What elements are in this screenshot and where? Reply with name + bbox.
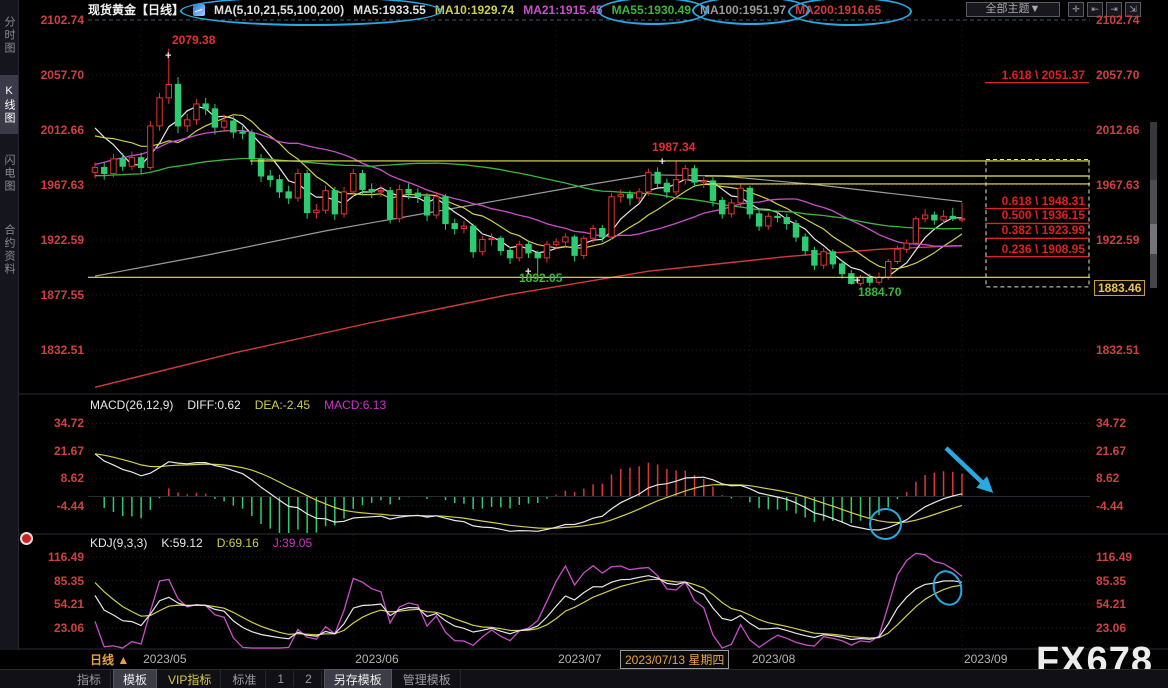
indicator-settings-icon[interactable]: [20, 532, 33, 545]
kdj-axis-label-right: 54.21: [1096, 597, 1126, 611]
sidebar-item-3[interactable]: 闪电图: [0, 144, 18, 203]
date-axis-label: 2023/06: [355, 652, 398, 666]
sidebar-item-2[interactable]: K线图: [0, 75, 18, 134]
macd-axis-label-right: 34.72: [1096, 416, 1126, 430]
trading-app-window: 分时图K线图闪电图合约资料 现货黄金【日线】 MA(5,10,21,55,100…: [0, 0, 1168, 688]
price-axis-label-left: 1877.55: [30, 288, 84, 302]
tab-模板[interactable]: 模板: [113, 669, 157, 688]
macd-axis-label-left: -4.44: [30, 499, 84, 513]
macd-axis-label-left: 34.72: [30, 416, 84, 430]
cross-marker: +: [854, 275, 860, 287]
tab-另存模板[interactable]: 另存模板: [324, 669, 392, 688]
price-point-label: 2079.38: [172, 33, 215, 47]
tab-VIP指标[interactable]: VIP指标: [159, 670, 221, 688]
kdj-d-value: D:69.16: [217, 536, 259, 550]
fib-level-label: 0.236 \ 1908.95: [975, 242, 1085, 256]
ma-value-2: MA10:1929.74: [435, 3, 514, 17]
kdj-axis-label-left: 23.06: [30, 621, 84, 635]
price-axis-label-left: 2102.74: [30, 13, 84, 27]
macd-axis-label-left: 21.67: [30, 444, 84, 458]
price-axis-label-left: 2012.66: [30, 123, 84, 137]
macd-axis-label-right: 21.67: [1096, 444, 1126, 458]
tab-指标[interactable]: 指标: [68, 670, 111, 688]
tab-管理模板[interactable]: 管理模板: [394, 670, 461, 688]
price-axis-label-right: 1967.63: [1096, 178, 1139, 192]
date-axis-label: 2023/08: [752, 652, 795, 666]
fib-level-label: 0.500 \ 1936.15: [975, 208, 1085, 222]
tab-标准[interactable]: 标准: [223, 670, 266, 688]
price-axis-label-left: 1922.59: [30, 233, 84, 247]
price-axis-label-right: 2102.74: [1096, 13, 1139, 27]
last-price-marker: 1883.46: [1094, 280, 1145, 296]
date-axis-label: 2023/09: [964, 652, 1007, 666]
macd-params: MACD(26,12,9): [90, 398, 173, 412]
macd-dea-value: DEA:-2.45: [255, 398, 310, 412]
tab-1[interactable]: 1: [268, 671, 294, 687]
kdj-axis-label-right: 116.49: [1096, 550, 1132, 564]
symbol-title: 现货黄金【日线】: [88, 1, 184, 18]
kdj-params: KDJ(9,3,3): [90, 536, 147, 550]
all-themes-button[interactable]: 全部主题▼: [966, 2, 1060, 17]
price-axis-label-left: 2057.70: [30, 68, 84, 82]
price-axis-label-right: 1832.51: [1096, 343, 1139, 357]
price-point-label: 1987.34: [652, 140, 695, 154]
kdj-axis-label-left: 85.35: [30, 574, 84, 588]
ma-value-3: MA21:1915.45: [523, 3, 602, 17]
bottom-tab-bar: 指标模板VIP指标标准12另存模板管理模板: [0, 669, 1168, 688]
kdj-header: KDJ(9,3,3) K:59.12 D:69.16 J:39.05: [90, 536, 312, 550]
pan-cross-icon[interactable]: ✛: [1068, 2, 1084, 17]
selected-date-readout: 2023/07/13 星期四: [620, 650, 729, 669]
period-selector[interactable]: 日线 ▲: [90, 651, 129, 668]
highlight-ellipse-5: [869, 508, 902, 540]
kdj-axis-label-right: 23.06: [1096, 621, 1126, 635]
cross-marker: +: [659, 156, 665, 168]
macd-axis-label-right: -4.44: [1096, 499, 1123, 513]
macd-axis-label-right: 8.62: [1096, 471, 1119, 485]
price-axis-label-right: 2057.70: [1096, 68, 1139, 82]
kdj-axis-label-right: 85.35: [1096, 574, 1126, 588]
fib-level-label: 1.618 \ 2051.37: [975, 68, 1085, 82]
left-sidebar: 分时图 K线图闪电图合约资料: [0, 0, 19, 650]
macd-axis-label-left: 8.62: [30, 471, 84, 485]
fib-level-label: 0.382 \ 1923.99: [975, 223, 1085, 237]
tab-2[interactable]: 2: [296, 671, 322, 687]
chart-canvas[interactable]: [0, 0, 1168, 688]
date-axis-label: 2023/07: [558, 652, 601, 666]
macd-value: MACD:6.13: [324, 398, 386, 412]
cross-marker: +: [165, 50, 171, 62]
kdj-k-value: K:59.12: [161, 536, 202, 550]
price-point-label: 1884.70: [858, 285, 901, 299]
sidebar-item-1[interactable]: 分时图: [0, 6, 18, 65]
price-axis-label-left: 1832.51: [30, 343, 84, 357]
macd-diff-value: DIFF:0.62: [187, 398, 240, 412]
price-axis-label-right: 1922.59: [1096, 233, 1139, 247]
cross-marker: +: [525, 266, 531, 278]
kdj-j-value: J:39.05: [273, 536, 312, 550]
date-axis-label: 2023/05: [143, 652, 186, 666]
kdj-axis-label-left: 116.49: [30, 550, 84, 564]
macd-header: MACD(26,12,9) DIFF:0.62 DEA:-2.45 MACD:6…: [90, 398, 386, 412]
kdj-axis-label-left: 54.21: [30, 597, 84, 611]
price-axis-label-right: 2012.66: [1096, 123, 1139, 137]
sidebar-item-4[interactable]: 合约资料: [0, 213, 18, 287]
fib-level-label: 0.618 \ 1948.31: [975, 194, 1085, 208]
price-axis-label-left: 1967.63: [30, 178, 84, 192]
